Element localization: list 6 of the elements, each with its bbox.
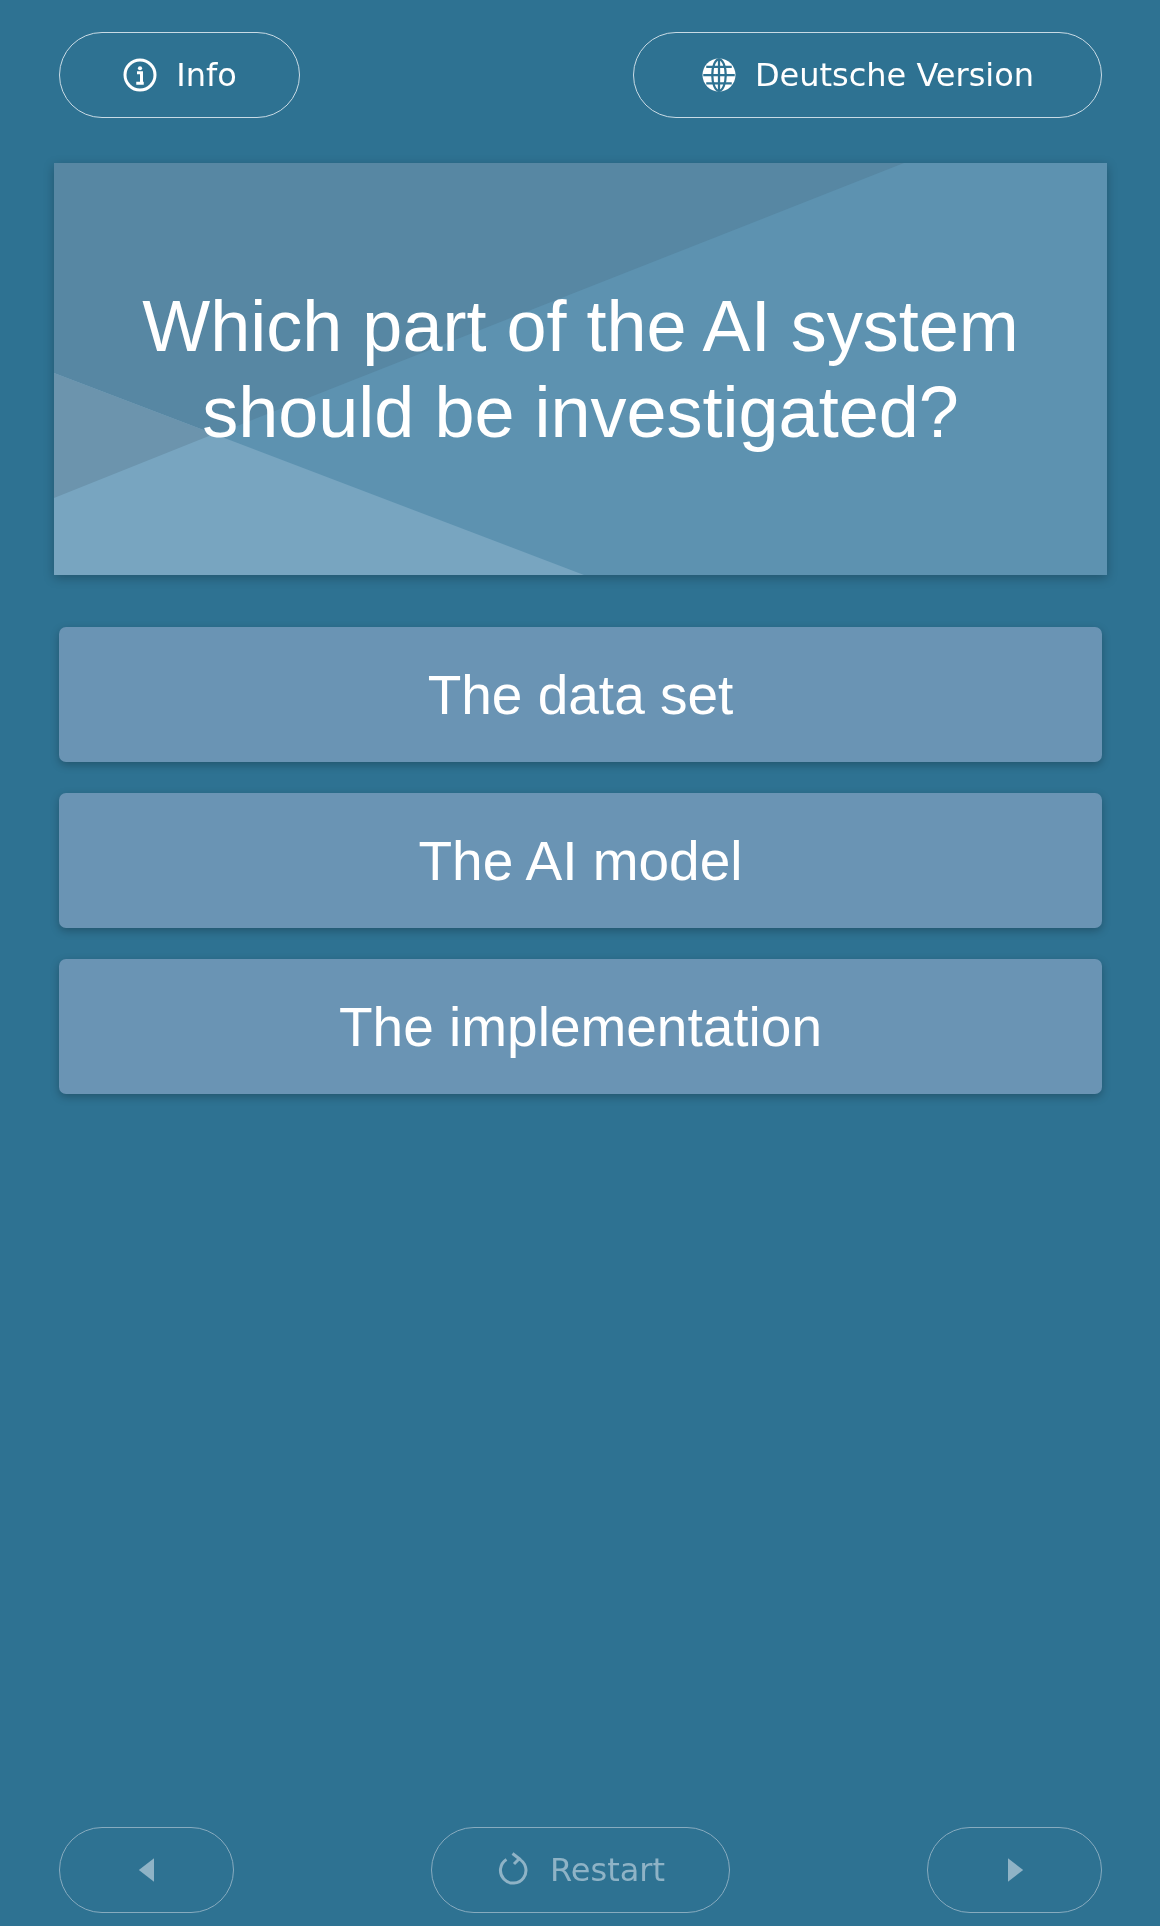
answer-button[interactable]: The AI model — [59, 793, 1102, 928]
question-text: Which part of the AI system should be investigated? — [141, 285, 1020, 454]
answer-button[interactable]: The implementation — [59, 959, 1102, 1094]
info-icon — [122, 57, 159, 93]
globe-icon — [700, 57, 737, 93]
answer-button[interactable]: The data set — [59, 627, 1102, 762]
